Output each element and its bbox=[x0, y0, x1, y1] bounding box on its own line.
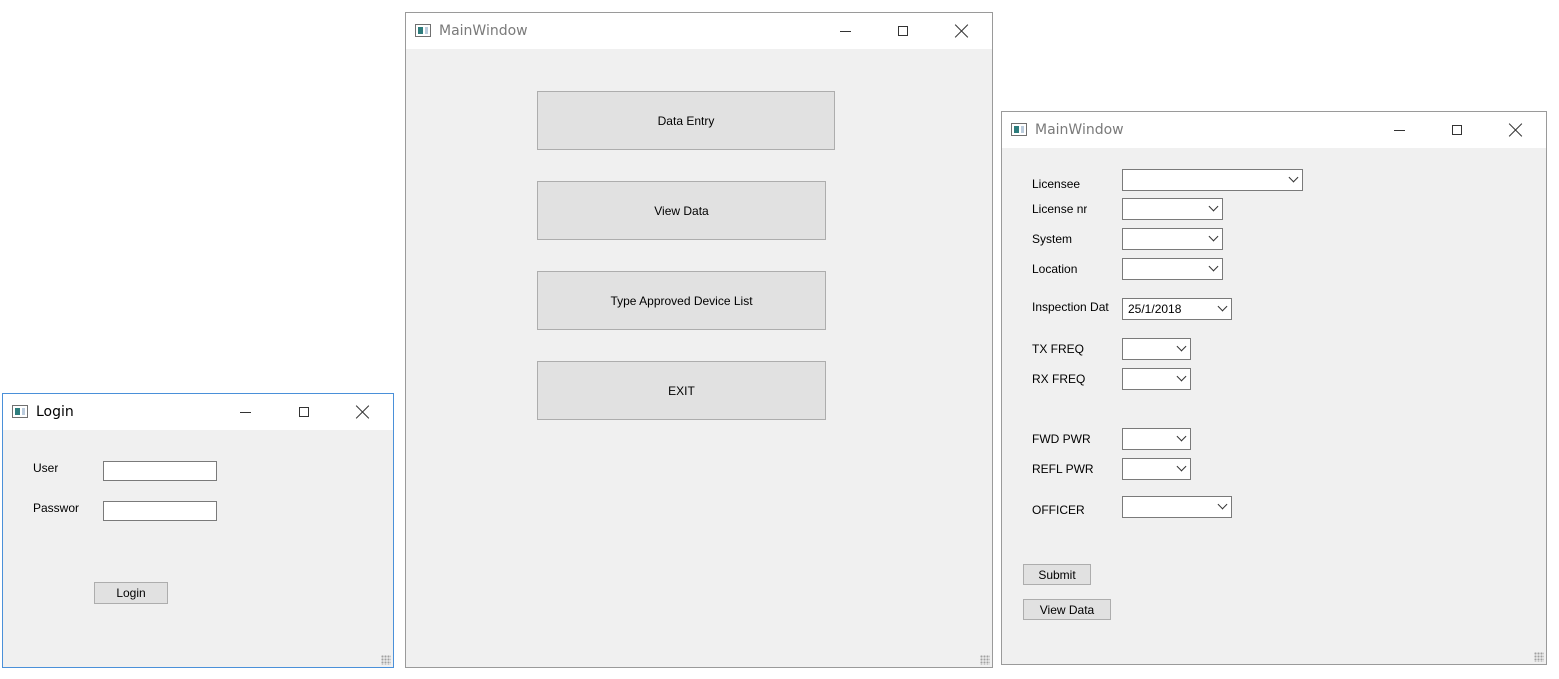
chevron-down-icon bbox=[1288, 172, 1299, 183]
main-menu-titlebar[interactable]: MainWindow bbox=[406, 13, 992, 49]
rx-freq-label: RX FREQ bbox=[1032, 372, 1086, 386]
fwd-pwr-label: FWD PWR bbox=[1032, 432, 1091, 446]
officer-label: OFFICER bbox=[1032, 503, 1085, 517]
view-data-button[interactable]: View Data bbox=[537, 181, 826, 240]
resize-grip[interactable] bbox=[980, 655, 990, 665]
login-titlebar[interactable]: Login bbox=[3, 394, 393, 430]
chevron-down-icon bbox=[1217, 499, 1228, 510]
fwd-pwr-combo[interactable] bbox=[1122, 428, 1191, 450]
chevron-down-icon bbox=[1176, 461, 1187, 472]
close-button[interactable] bbox=[1493, 112, 1539, 148]
data-entry-button[interactable]: Data Entry bbox=[537, 91, 835, 150]
minimize-icon bbox=[1393, 129, 1405, 131]
app-icon bbox=[415, 24, 431, 37]
main-menu-window: MainWindow Data Entry View Data Type App… bbox=[405, 12, 993, 668]
maximize-icon bbox=[898, 26, 908, 36]
location-label: Location bbox=[1032, 262, 1078, 276]
user-input[interactable] bbox=[103, 461, 217, 481]
refl-pwr-combo[interactable] bbox=[1122, 458, 1191, 480]
minimize-icon bbox=[839, 30, 851, 32]
data-entry-window: MainWindow Licensee License nr System Lo… bbox=[1001, 111, 1547, 665]
licensee-label: Licensee bbox=[1032, 177, 1081, 191]
chevron-down-icon bbox=[1208, 231, 1219, 242]
tx-freq-combo[interactable] bbox=[1122, 338, 1191, 360]
close-button[interactable] bbox=[340, 394, 386, 430]
minimize-button[interactable] bbox=[1376, 112, 1422, 148]
chevron-down-icon bbox=[1176, 431, 1187, 442]
officer-combo[interactable] bbox=[1122, 496, 1232, 518]
chevron-down-icon bbox=[1176, 341, 1187, 352]
maximize-icon bbox=[299, 407, 309, 417]
password-label: Passwor bbox=[33, 501, 80, 515]
maximize-button[interactable] bbox=[281, 394, 327, 430]
user-label: User bbox=[33, 461, 59, 475]
system-combo[interactable] bbox=[1122, 228, 1223, 250]
app-icon bbox=[12, 405, 28, 418]
tx-freq-label: TX FREQ bbox=[1032, 342, 1085, 356]
maximize-button[interactable] bbox=[880, 13, 926, 49]
location-combo[interactable] bbox=[1122, 258, 1223, 280]
inspection-date-value: 25/1/2018 bbox=[1128, 302, 1182, 316]
chevron-down-icon bbox=[1208, 201, 1219, 212]
close-button[interactable] bbox=[939, 13, 985, 49]
type-approved-device-list-button[interactable]: Type Approved Device List bbox=[537, 271, 826, 330]
window-title: Login bbox=[36, 404, 74, 420]
maximize-icon bbox=[1452, 125, 1462, 135]
login-button[interactable]: Login bbox=[94, 582, 168, 604]
resize-grip[interactable] bbox=[1534, 652, 1544, 662]
close-icon bbox=[1509, 123, 1523, 137]
password-input[interactable] bbox=[103, 501, 217, 521]
minimize-button[interactable] bbox=[222, 394, 268, 430]
data-entry-titlebar[interactable]: MainWindow bbox=[1002, 112, 1546, 148]
maximize-button[interactable] bbox=[1434, 112, 1480, 148]
minimize-button[interactable] bbox=[822, 13, 868, 49]
submit-button[interactable]: Submit bbox=[1023, 564, 1091, 585]
login-window: Login User Passwor Login bbox=[2, 393, 394, 668]
exit-button[interactable]: EXIT bbox=[537, 361, 826, 420]
chevron-down-icon bbox=[1176, 371, 1187, 382]
resize-grip[interactable] bbox=[381, 655, 391, 665]
window-title: MainWindow bbox=[1035, 122, 1124, 138]
chevron-down-icon bbox=[1208, 261, 1219, 272]
rx-freq-combo[interactable] bbox=[1122, 368, 1191, 390]
system-label: System bbox=[1032, 232, 1073, 246]
inspection-date-picker[interactable]: 25/1/2018 bbox=[1122, 298, 1232, 320]
close-icon bbox=[955, 24, 969, 38]
licensee-combo[interactable] bbox=[1122, 169, 1303, 191]
refl-pwr-label: REFL PWR bbox=[1032, 462, 1094, 476]
inspection-date-label: Inspection Dat bbox=[1032, 300, 1109, 314]
window-title: MainWindow bbox=[439, 23, 528, 39]
app-icon bbox=[1011, 123, 1027, 136]
license-nr-combo[interactable] bbox=[1122, 198, 1223, 220]
close-icon bbox=[356, 405, 370, 419]
license-nr-label: License nr bbox=[1032, 202, 1088, 216]
chevron-down-icon bbox=[1217, 301, 1228, 312]
view-data-button[interactable]: View Data bbox=[1023, 599, 1111, 620]
minimize-icon bbox=[239, 411, 251, 413]
